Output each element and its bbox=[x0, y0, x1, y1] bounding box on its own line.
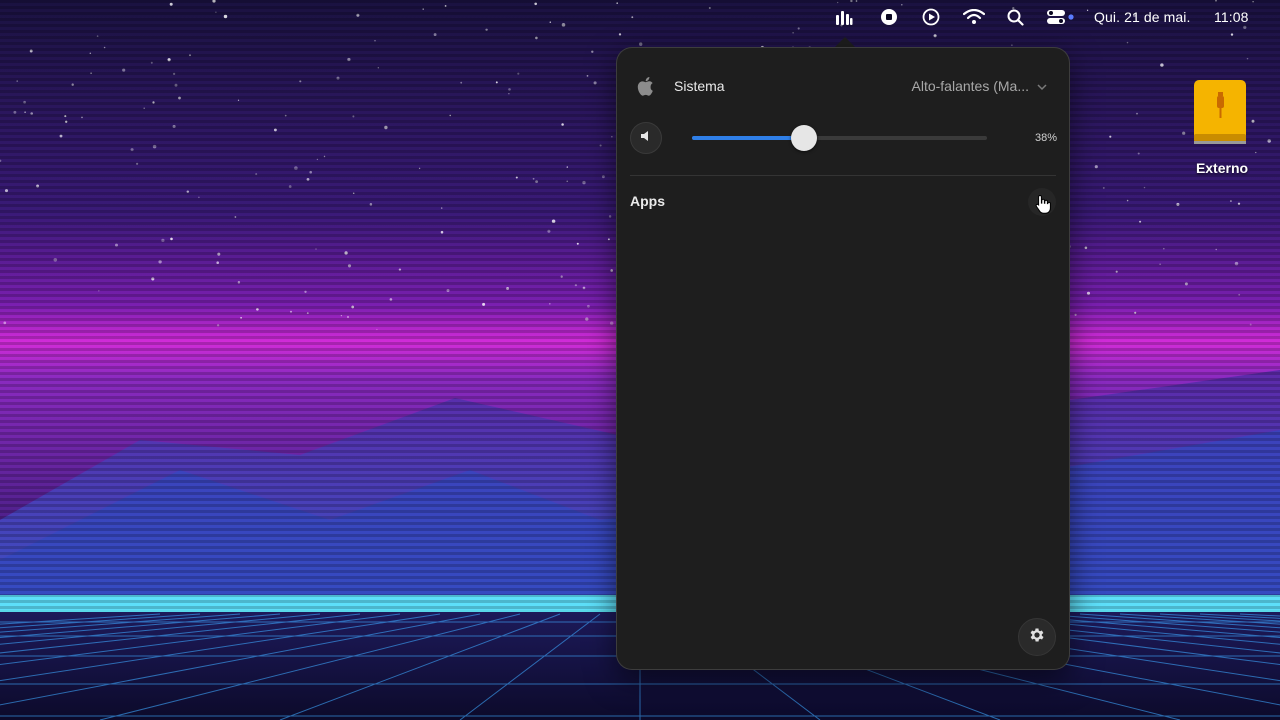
volume-slider-thumb[interactable] bbox=[791, 125, 818, 151]
play-circle-icon[interactable] bbox=[920, 7, 942, 27]
apps-section-title: Apps bbox=[630, 193, 665, 209]
output-device-select[interactable]: Alto-falantes (Ma... bbox=[912, 78, 1048, 94]
chevron-down-icon bbox=[1037, 78, 1047, 94]
hand-cursor-icon bbox=[1035, 194, 1051, 214]
control-center-icon[interactable] bbox=[1045, 7, 1075, 27]
gear-icon bbox=[1028, 626, 1046, 649]
volume-percent: 38% bbox=[1034, 132, 1057, 144]
divider bbox=[630, 175, 1056, 176]
media-icon[interactable] bbox=[878, 7, 900, 27]
output-device-label: Alto-falantes (Ma... bbox=[911, 78, 1030, 94]
volume-slider-fill bbox=[692, 136, 805, 140]
speaker-icon bbox=[640, 129, 652, 147]
search-icon[interactable] bbox=[1005, 7, 1025, 27]
audio-mixer-icon[interactable] bbox=[833, 7, 855, 27]
menu-bar: Qui. 21 de mai. 11:08 bbox=[0, 0, 1280, 34]
external-drive-icon[interactable] bbox=[1190, 78, 1254, 150]
apple-icon bbox=[637, 76, 657, 96]
apps-toggle-button[interactable] bbox=[1028, 188, 1056, 216]
desktop: Qui. 21 de mai. 11:08 Sistema Alto-falan… bbox=[0, 0, 1280, 720]
menu-clock-date[interactable]: Qui. 21 de mai. bbox=[1094, 9, 1190, 25]
wifi-icon[interactable] bbox=[962, 7, 986, 27]
menu-clock-time[interactable]: 11:08 bbox=[1214, 9, 1249, 25]
device-title: Sistema bbox=[674, 78, 725, 94]
volume-mixer-popover: Sistema Alto-falantes (Ma... 38% Apps bbox=[616, 47, 1070, 670]
external-drive-label[interactable]: Externo bbox=[1180, 160, 1264, 176]
mute-button[interactable] bbox=[630, 122, 662, 154]
volume-slider[interactable] bbox=[692, 136, 987, 140]
settings-button[interactable] bbox=[1018, 618, 1056, 656]
